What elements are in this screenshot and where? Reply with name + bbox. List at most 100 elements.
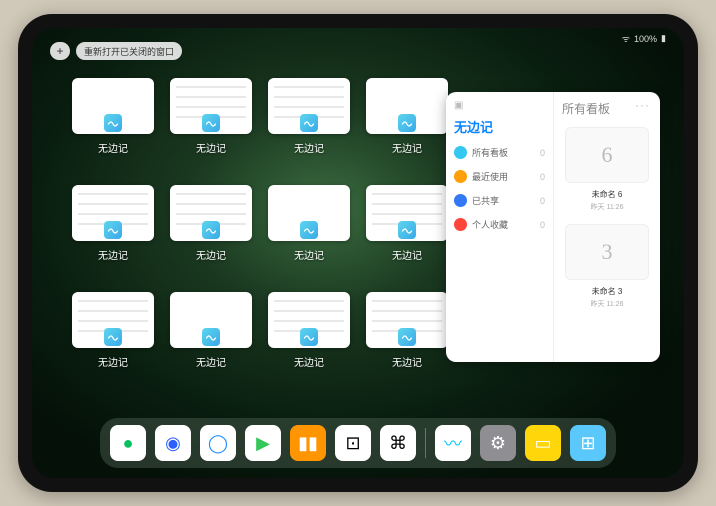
board-thumbnail: 3 — [565, 224, 649, 280]
window-thumbnail — [170, 185, 252, 241]
freeform-app-icon — [398, 114, 416, 132]
window-card[interactable]: 无边记 — [72, 292, 154, 369]
panel-content: ··· 所有看板 6未命名 6昨天 11:263未命名 3昨天 11:26 — [554, 92, 660, 362]
panel-sidebar: ▣ 无边记 所有看板 0 最近使用 0 已共享 0 个人收藏 0 — [446, 92, 554, 362]
battery-label: 100% — [634, 34, 657, 44]
add-window-button[interactable]: + — [50, 42, 70, 60]
freeform-app-icon — [202, 221, 220, 239]
window-label: 无边记 — [392, 247, 422, 262]
windows-grid: 无边记无边记无边记无边记无边记无边记无边记无边记无边记无边记无边记无边记 — [72, 78, 452, 369]
board-date: 昨天 11:26 — [562, 202, 652, 212]
freeform-app-icon — [398, 328, 416, 346]
freeform-app-icon — [300, 328, 318, 346]
sidebar-item[interactable]: 个人收藏 0 — [454, 218, 545, 231]
window-card[interactable]: 无边记 — [72, 185, 154, 262]
window-label: 无边记 — [196, 247, 226, 262]
window-label: 无边记 — [392, 140, 422, 155]
board-name: 未命名 6 — [562, 189, 652, 200]
more-icon[interactable]: ··· — [635, 98, 650, 112]
window-card[interactable]: 无边记 — [366, 78, 448, 155]
window-thumbnail — [72, 78, 154, 134]
board-item[interactable]: 6 未命名 6 昨天 11:26 — [562, 127, 652, 212]
window-card[interactable]: 无边记 — [366, 292, 448, 369]
freeform-app-icon — [300, 221, 318, 239]
window-label: 无边记 — [196, 140, 226, 155]
freeform-app-icon — [104, 221, 122, 239]
window-thumbnail — [72, 185, 154, 241]
window-thumbnail — [268, 292, 350, 348]
plus-icon: + — [56, 44, 63, 58]
wechat-icon[interactable]: ● — [110, 425, 146, 461]
quark-icon[interactable]: ◉ — [155, 425, 191, 461]
window-thumbnail — [366, 292, 448, 348]
menu-count: 0 — [540, 196, 545, 206]
menu-label: 最近使用 — [472, 170, 508, 183]
window-label: 无边记 — [294, 354, 324, 369]
window-card[interactable]: 无边记 — [170, 185, 252, 262]
board-date: 昨天 11:26 — [562, 299, 652, 309]
window-thumbnail — [268, 78, 350, 134]
dock-separator — [425, 428, 426, 458]
window-label: 无边记 — [98, 140, 128, 155]
window-card[interactable]: 无边记 — [268, 185, 350, 262]
notes-icon[interactable]: ▭ — [525, 425, 561, 461]
graph-icon[interactable]: ⌘ — [380, 425, 416, 461]
window-thumbnail — [268, 185, 350, 241]
menu-label: 所有看板 — [472, 146, 508, 159]
freeform-app-icon — [104, 114, 122, 132]
dock: ●◉◯▶▮▮⊡⌘ 〰⚙▭⊞ — [100, 418, 616, 468]
freeform-panel[interactable]: ▣ 无边记 所有看板 0 最近使用 0 已共享 0 个人收藏 0 ··· 所有看板 6 未命名 … — [446, 92, 660, 362]
freeform-app-icon — [300, 114, 318, 132]
window-card[interactable]: 无边记 — [268, 292, 350, 369]
sidebar-item[interactable]: 最近使用 0 — [454, 170, 545, 183]
window-label: 无边记 — [196, 354, 226, 369]
window-card[interactable]: 无边记 — [170, 292, 252, 369]
window-thumbnail — [366, 185, 448, 241]
qq-browser-icon[interactable]: ◯ — [200, 425, 236, 461]
menu-count: 0 — [540, 220, 545, 230]
window-card[interactable]: 无边记 — [170, 78, 252, 155]
dice-icon[interactable]: ⊡ — [335, 425, 371, 461]
status-bar: ᯤ 100% ▮ — [622, 32, 666, 45]
window-thumbnail — [72, 292, 154, 348]
sidebar-item[interactable]: 已共享 0 — [454, 194, 545, 207]
menu-count: 0 — [540, 148, 545, 158]
menu-icon — [454, 194, 467, 207]
window-card[interactable]: 无边记 — [268, 78, 350, 155]
freeform-app-icon — [202, 328, 220, 346]
window-thumbnail — [366, 78, 448, 134]
sidebar-toggle-icon[interactable]: ▣ — [454, 100, 463, 111]
books-icon[interactable]: ▮▮ — [290, 425, 326, 461]
menu-count: 0 — [540, 172, 545, 182]
window-label: 无边记 — [98, 247, 128, 262]
window-card[interactable]: 无边记 — [72, 78, 154, 155]
app-library-icon[interactable]: ⊞ — [570, 425, 606, 461]
window-thumbnail — [170, 78, 252, 134]
reopen-closed-window-button[interactable]: 重新打开已关闭的窗口 — [76, 42, 182, 60]
freeform-app-icon — [202, 114, 220, 132]
menu-icon — [454, 170, 467, 183]
freeform-app-icon — [104, 328, 122, 346]
menu-label: 已共享 — [472, 194, 499, 207]
board-item[interactable]: 3 未命名 3 昨天 11:26 — [562, 224, 652, 309]
panel-title: 无边记 — [454, 117, 545, 136]
freeform-icon[interactable]: 〰 — [435, 425, 471, 461]
board-thumbnail: 6 — [565, 127, 649, 183]
freeform-app-icon — [398, 221, 416, 239]
menu-icon — [454, 146, 467, 159]
settings-icon[interactable]: ⚙ — [480, 425, 516, 461]
window-label: 无边记 — [294, 140, 324, 155]
play-icon[interactable]: ▶ — [245, 425, 281, 461]
menu-icon — [454, 218, 467, 231]
window-label: 无边记 — [294, 247, 324, 262]
window-thumbnail — [170, 292, 252, 348]
window-label: 无边记 — [392, 354, 422, 369]
menu-label: 个人收藏 — [472, 218, 508, 231]
window-label: 无边记 — [98, 354, 128, 369]
ipad-frame: ᯤ 100% ▮ + 重新打开已关闭的窗口 无边记无边记无边记无边记无边记无边记… — [18, 14, 698, 492]
window-card[interactable]: 无边记 — [366, 185, 448, 262]
board-name: 未命名 3 — [562, 286, 652, 297]
screen: ᯤ 100% ▮ + 重新打开已关闭的窗口 无边记无边记无边记无边记无边记无边记… — [32, 28, 684, 478]
sidebar-item[interactable]: 所有看板 0 — [454, 146, 545, 159]
battery-icon: ▮ — [661, 33, 666, 44]
